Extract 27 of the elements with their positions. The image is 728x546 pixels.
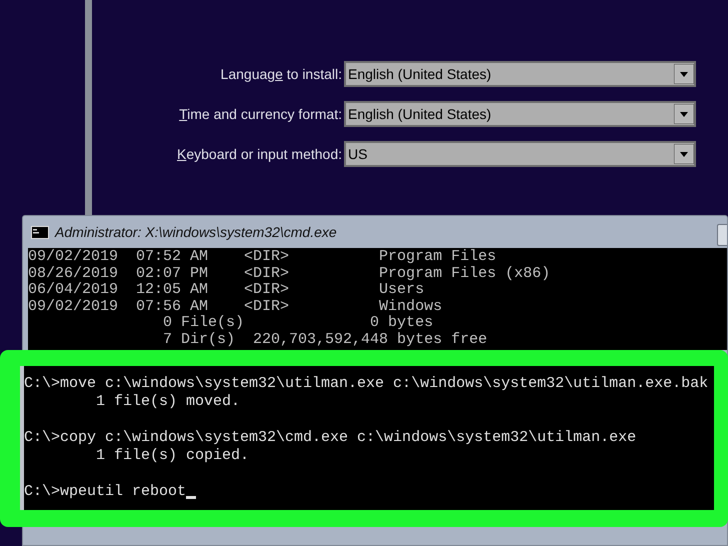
caret-icon[interactable] <box>674 64 694 84</box>
console-line: 06/04/2019 12:05 AM <DIR> Users <box>28 282 424 298</box>
window-button[interactable] <box>717 224 727 246</box>
console-line: 7 Dir(s) 220,703,592,448 bytes free <box>162 332 488 348</box>
console-icon <box>31 226 49 238</box>
dropdown[interactable]: English (United States) <box>344 61 696 87</box>
dropdown-value: English (United States) <box>348 104 492 124</box>
console-line: 1 file(s) moved. <box>95 393 240 411</box>
field-label: Keyboard or input method: <box>176 144 343 164</box>
console-line: 0 File(s) 0 bytes <box>162 315 434 332</box>
console-line: C:\>copy c:\windows\system32\cmd.exe c:\windows\system32\utilman.exe <box>24 429 636 447</box>
caret-icon[interactable] <box>674 144 694 164</box>
console-line: 1 file(s) copied. <box>95 447 250 465</box>
dropdown[interactable]: US <box>344 141 696 167</box>
console-line: 09/02/2019 07:56 AM <DIR> Windows <box>28 298 442 315</box>
console-line: 09/02/2019 07:52 AM <DIR> Program Files <box>28 249 496 266</box>
caret-icon[interactable] <box>674 104 694 124</box>
dropdown[interactable]: English (United States) <box>344 101 696 127</box>
console-line: C:\>wpeutil reboot <box>24 483 186 501</box>
text-cursor <box>186 496 196 499</box>
dropdown-value: US <box>348 144 368 164</box>
field-label: Time and currency format: <box>178 104 343 124</box>
console-line: 08/26/2019 02:07 PM <DIR> Program Files (x86) <box>28 266 550 282</box>
window-title: Administrator: X:\windows\system32\cmd.exe <box>55 222 337 242</box>
field-label: Language to install: <box>220 64 343 84</box>
dropdown-value: English (United States) <box>348 64 492 84</box>
console-line: C:\>move c:\windows\system32\utilman.exe c:\windows\system32\utilman.exe.bak <box>24 375 708 393</box>
